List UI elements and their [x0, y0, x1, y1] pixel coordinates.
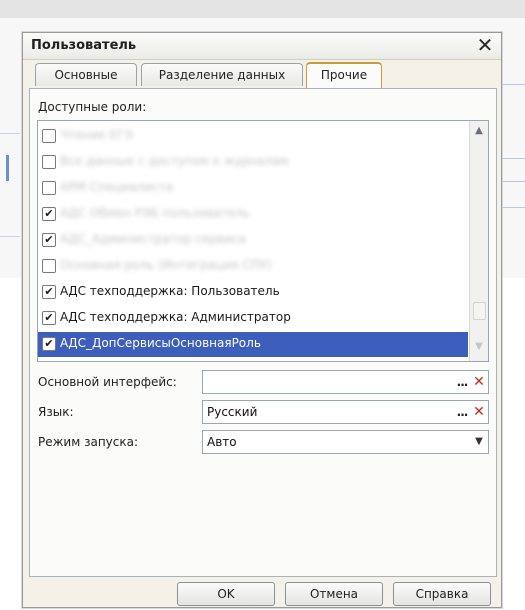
close-icon[interactable]: ✕ — [475, 34, 495, 56]
role-checkbox[interactable] — [42, 129, 56, 143]
help-button[interactable]: Справка — [393, 582, 491, 606]
role-checkbox[interactable]: ✔ — [42, 285, 56, 299]
user-dialog: Пользователь ✕ Основные Разделение данны… — [22, 32, 502, 608]
roles-scrollbar[interactable]: ▲ ▼ — [469, 121, 488, 361]
tab-general[interactable]: Основные — [35, 63, 137, 86]
roles-label: Доступные роли: — [38, 100, 147, 114]
role-checkbox[interactable] — [42, 155, 56, 169]
scroll-up-icon[interactable]: ▲ — [470, 125, 488, 141]
role-checkbox[interactable] — [42, 259, 56, 273]
language-field[interactable]: Русский ... ✕ — [202, 400, 489, 424]
tab-data-separation[interactable]: Разделение данных — [141, 63, 303, 86]
role-checkbox[interactable]: ✔ — [42, 311, 56, 325]
role-item[interactable]: ✔ АДС техподдержка: Пользователь — [38, 280, 468, 305]
main-interface-label: Основной интерфейс: — [38, 375, 177, 389]
role-label: АДС техподдержка: Администратор — [60, 310, 291, 324]
background-row-marker — [6, 155, 9, 181]
main-interface-field[interactable]: ... ✕ — [202, 370, 489, 394]
launch-mode-select[interactable]: Авто ▼ — [202, 430, 489, 454]
role-item[interactable]: Основная роль (Интеграция СПУ) — [38, 254, 468, 279]
cancel-button[interactable]: Отмена — [285, 582, 383, 606]
role-checkbox[interactable]: ✔ — [42, 207, 56, 221]
select-button[interactable]: ... — [454, 373, 470, 391]
tab-strip: Основные Разделение данных Прочие — [29, 62, 495, 88]
role-label: АРМ Специалиста — [60, 180, 173, 194]
scroll-down-icon[interactable]: ▼ — [470, 341, 488, 357]
role-checkbox[interactable]: ✔ — [42, 233, 56, 247]
role-item[interactable]: ✔ АДС_Администратор сервиса — [38, 228, 468, 253]
role-label: Основная роль (Интеграция СПУ) — [60, 258, 272, 272]
scroll-thumb[interactable] — [473, 302, 486, 320]
role-label: АДС_ДопСервисыОсновнаяРоль — [60, 336, 261, 350]
background-divider — [0, 133, 20, 134]
role-item[interactable]: АРМ Специалиста — [38, 176, 468, 201]
clear-icon[interactable]: ✕ — [471, 403, 487, 421]
background-window-bar — [0, 0, 525, 19]
role-item[interactable]: ✔ АДС Обмен РЭБ пользователь — [38, 202, 468, 227]
language-label: Язык: — [38, 405, 74, 419]
select-button[interactable]: ... — [454, 403, 470, 421]
role-checkbox[interactable]: ✔ — [42, 337, 56, 351]
role-label: Все данные с доступом к журналам — [60, 154, 289, 168]
role-label: АДС Обмен РЭБ пользователь — [60, 206, 250, 220]
role-label: АДС_Администратор сервиса — [60, 232, 246, 246]
background-divider — [0, 236, 20, 237]
launch-mode-value: Авто — [207, 435, 237, 449]
role-item[interactable]: ✔ АДС техподдержка: Администратор — [38, 306, 468, 331]
language-value: Русский — [207, 405, 258, 419]
role-checkbox[interactable] — [42, 181, 56, 195]
role-label: Чтение ЕГЭ — [60, 128, 133, 142]
clear-icon[interactable]: ✕ — [471, 373, 487, 391]
role-item-selected[interactable]: ✔ АДС_ДопСервисыОсновнаяРоль — [38, 332, 468, 357]
role-label: АДС техподдержка: Пользователь — [60, 284, 280, 298]
tab-panel-other: Доступные роли: Чтение ЕГЭ Все данные с … — [29, 88, 497, 577]
chevron-down-icon[interactable]: ▼ — [471, 433, 487, 451]
dialog-titlebar[interactable]: Пользователь ✕ — [23, 33, 501, 60]
ok-button[interactable]: OK — [177, 582, 275, 606]
tab-other[interactable]: Прочие — [306, 62, 382, 88]
launch-mode-label: Режим запуска: — [38, 435, 139, 449]
roles-list[interactable]: Чтение ЕГЭ Все данные с доступом к журна… — [37, 120, 489, 362]
role-item[interactable]: Все данные с доступом к журналам — [38, 150, 468, 175]
dialog-title: Пользователь — [31, 38, 137, 53]
role-item[interactable]: Чтение ЕГЭ — [38, 124, 468, 149]
